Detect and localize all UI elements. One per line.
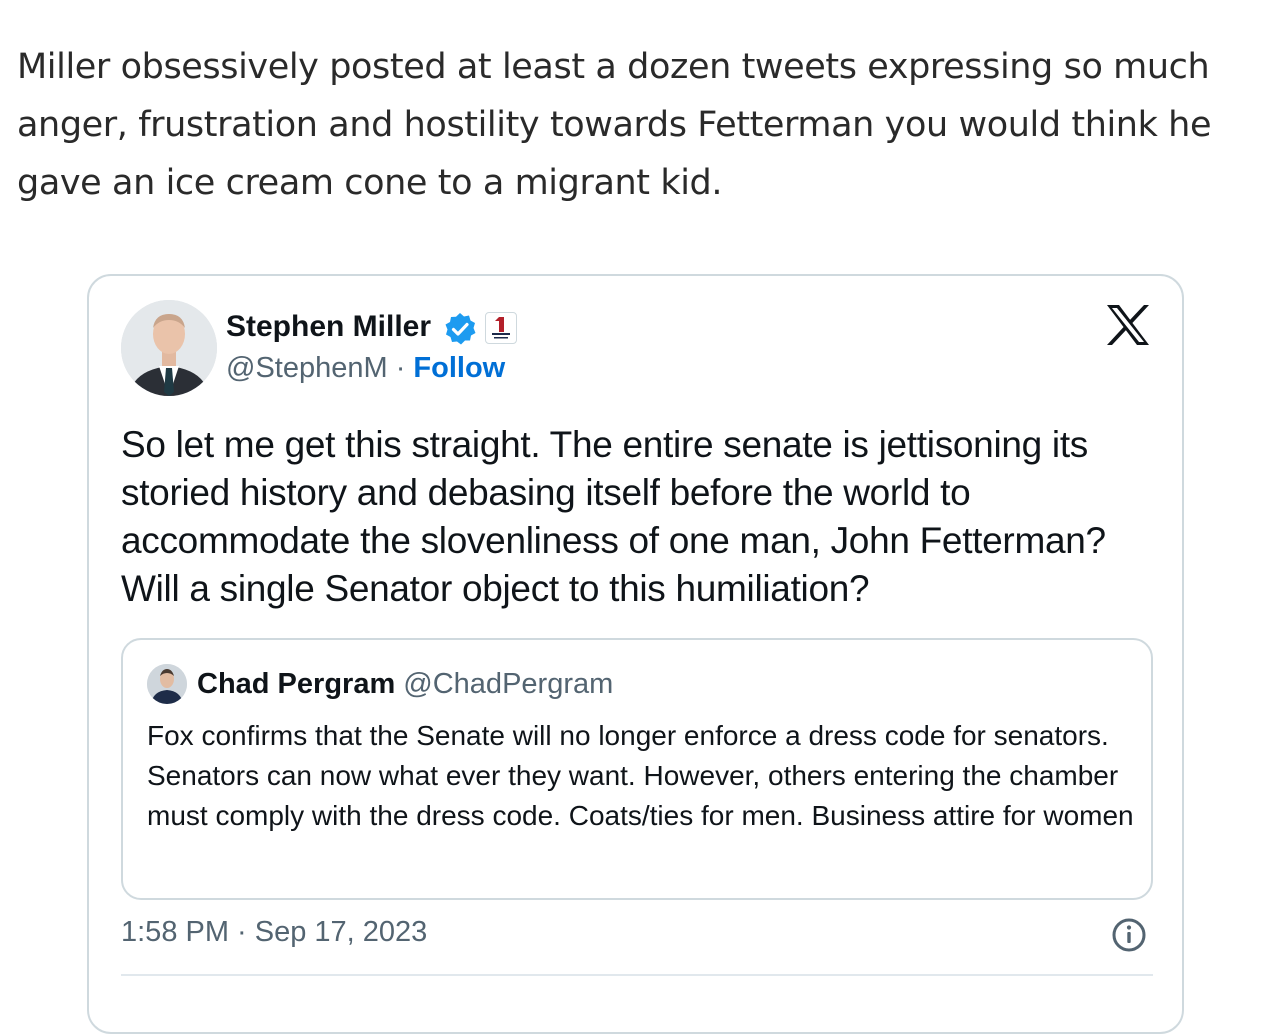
quoted-author-name[interactable]: Chad Pergram bbox=[197, 668, 395, 700]
embedded-tweet[interactable]: Stephen Miller @StephenM · Follow So let… bbox=[87, 274, 1184, 1034]
author-handle-row: @StephenM · Follow bbox=[226, 352, 505, 385]
info-icon[interactable] bbox=[1111, 917, 1147, 953]
tweet-timestamp[interactable]: 1:58 PM · Sep 17, 2023 bbox=[121, 916, 427, 949]
quoted-author-avatar[interactable] bbox=[147, 664, 187, 704]
quoted-tweet-text: Fox confirms that the Senate will no lon… bbox=[147, 720, 1134, 831]
verified-badge-icon bbox=[443, 312, 477, 346]
article-paragraph: Miller obsessively posted at least a doz… bbox=[17, 47, 1212, 203]
tweet-text: So let me get this straight. The entire … bbox=[121, 424, 1106, 609]
author-name[interactable]: Stephen Miller bbox=[226, 310, 431, 344]
quoted-author[interactable]: Chad Pergram @ChadPergram bbox=[197, 668, 613, 701]
tweet-divider bbox=[121, 974, 1153, 976]
quoted-author-handle[interactable]: @ChadPergram bbox=[403, 668, 613, 700]
affiliation-badge-icon[interactable] bbox=[485, 312, 517, 344]
quoted-tweet[interactable]: Chad Pergram @ChadPergram Fox confirms t… bbox=[121, 638, 1153, 900]
author-avatar[interactable] bbox=[121, 300, 217, 396]
author-handle[interactable]: @StephenM bbox=[226, 352, 388, 384]
x-logo-icon[interactable] bbox=[1105, 304, 1151, 346]
follow-button[interactable]: Follow bbox=[413, 352, 505, 384]
handle-separator: · bbox=[387, 352, 414, 384]
